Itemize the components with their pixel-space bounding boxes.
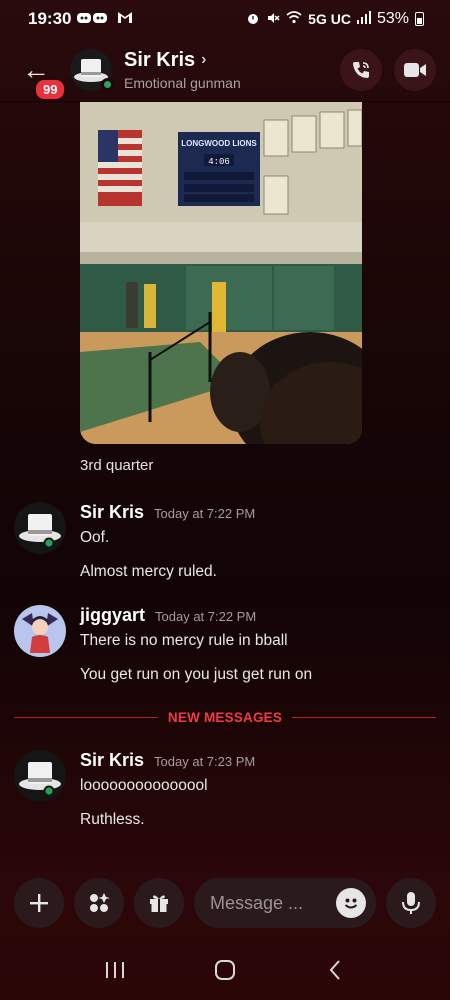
channel-header: ← 99 Sir Kris › Emotional gunman bbox=[0, 38, 450, 102]
discord-notification-icon bbox=[77, 11, 111, 28]
video-call-button[interactable] bbox=[394, 48, 436, 91]
chevron-right-icon: › bbox=[201, 51, 207, 68]
avatar[interactable] bbox=[14, 502, 66, 554]
attachment-caption: 3rd quarter bbox=[80, 457, 154, 474]
character-avatar-icon bbox=[14, 605, 66, 657]
message-text: Oof. bbox=[80, 529, 110, 546]
wifi-icon bbox=[286, 11, 302, 27]
gmail-icon bbox=[117, 11, 133, 27]
home-icon bbox=[215, 960, 235, 980]
top-hat-avatar-icon bbox=[14, 502, 66, 554]
top-hat-avatar-icon bbox=[14, 750, 66, 802]
message-group[interactable]: Sir Kris Today at 7:23 PM looooooooooooo… bbox=[14, 750, 434, 829]
add-attachment-button[interactable] bbox=[14, 878, 64, 928]
new-messages-label: NEW MESSAGES bbox=[167, 709, 283, 725]
status-time: 19:30 bbox=[28, 9, 72, 28]
apps-button[interactable] bbox=[74, 878, 124, 928]
message-group[interactable]: jiggyart Today at 7:22 PM There is no me… bbox=[14, 605, 434, 684]
microphone-icon bbox=[402, 892, 420, 914]
back-button[interactable]: ← 99 bbox=[14, 48, 67, 101]
emoji-button[interactable] bbox=[336, 888, 366, 918]
back-nav-button[interactable] bbox=[315, 950, 355, 990]
message-composer bbox=[0, 868, 450, 938]
message-text: Ruthless. bbox=[80, 811, 145, 828]
message-text: looooooooooooool bbox=[80, 777, 208, 794]
message-text: There is no mercy rule in bball bbox=[80, 632, 288, 649]
page-title[interactable]: Sir Kris bbox=[124, 49, 195, 72]
home-button[interactable] bbox=[205, 950, 245, 990]
smiley-icon bbox=[344, 898, 358, 909]
gift-icon bbox=[150, 895, 168, 912]
phone-icon bbox=[353, 61, 369, 78]
recent-apps-button[interactable] bbox=[95, 950, 135, 990]
gym-photo: LONGWOOD LIONS 4:06 bbox=[80, 102, 362, 444]
message-input-container[interactable] bbox=[194, 878, 376, 928]
image-attachment[interactable]: LONGWOOD LIONS 4:06 bbox=[80, 102, 362, 444]
network-label: 5G UC bbox=[308, 11, 351, 27]
scoreboard-clock: 4:06 bbox=[208, 157, 230, 167]
alarm-icon bbox=[246, 11, 260, 28]
scoreboard-title: LONGWOOD LIONS bbox=[181, 139, 257, 148]
signal-icon bbox=[356, 11, 371, 27]
message-text: You get run on you just get run on bbox=[80, 666, 313, 683]
avatar[interactable] bbox=[14, 750, 66, 802]
custom-status: Emotional gunman bbox=[124, 74, 241, 91]
message-author[interactable]: Sir Kris bbox=[80, 750, 144, 771]
battery-label: 53% bbox=[376, 10, 409, 27]
gift-button[interactable] bbox=[134, 878, 184, 928]
avatar[interactable] bbox=[14, 605, 66, 657]
recent-apps-icon bbox=[106, 962, 124, 978]
message-author[interactable]: Sir Kris bbox=[80, 502, 144, 523]
battery-icon bbox=[415, 12, 424, 26]
voice-message-button[interactable] bbox=[386, 878, 436, 928]
unread-badge: 99 bbox=[34, 77, 67, 101]
video-camera-icon bbox=[404, 62, 426, 77]
new-messages-divider: NEW MESSAGES bbox=[14, 708, 437, 726]
plus-icon bbox=[30, 894, 48, 912]
avatar[interactable] bbox=[70, 48, 114, 91]
message-timestamp: Today at 7:22 PM bbox=[154, 506, 256, 521]
message-author[interactable]: jiggyart bbox=[80, 605, 145, 626]
mute-icon bbox=[266, 11, 280, 28]
message-timestamp: Today at 7:23 PM bbox=[154, 754, 256, 769]
chevron-left-icon bbox=[329, 960, 340, 980]
message-input[interactable] bbox=[210, 892, 320, 914]
apps-icon bbox=[90, 893, 110, 912]
message-group[interactable]: Sir Kris Today at 7:22 PM Oof. Almost me… bbox=[14, 502, 434, 581]
voice-call-button[interactable] bbox=[340, 48, 382, 91]
message-timestamp: Today at 7:22 PM bbox=[155, 609, 257, 624]
system-nav-bar bbox=[0, 940, 450, 1000]
message-text: Almost mercy ruled. bbox=[80, 563, 217, 580]
status-bar: 19:30 5G UC 53% bbox=[0, 0, 450, 38]
online-status-dot bbox=[101, 77, 114, 91]
